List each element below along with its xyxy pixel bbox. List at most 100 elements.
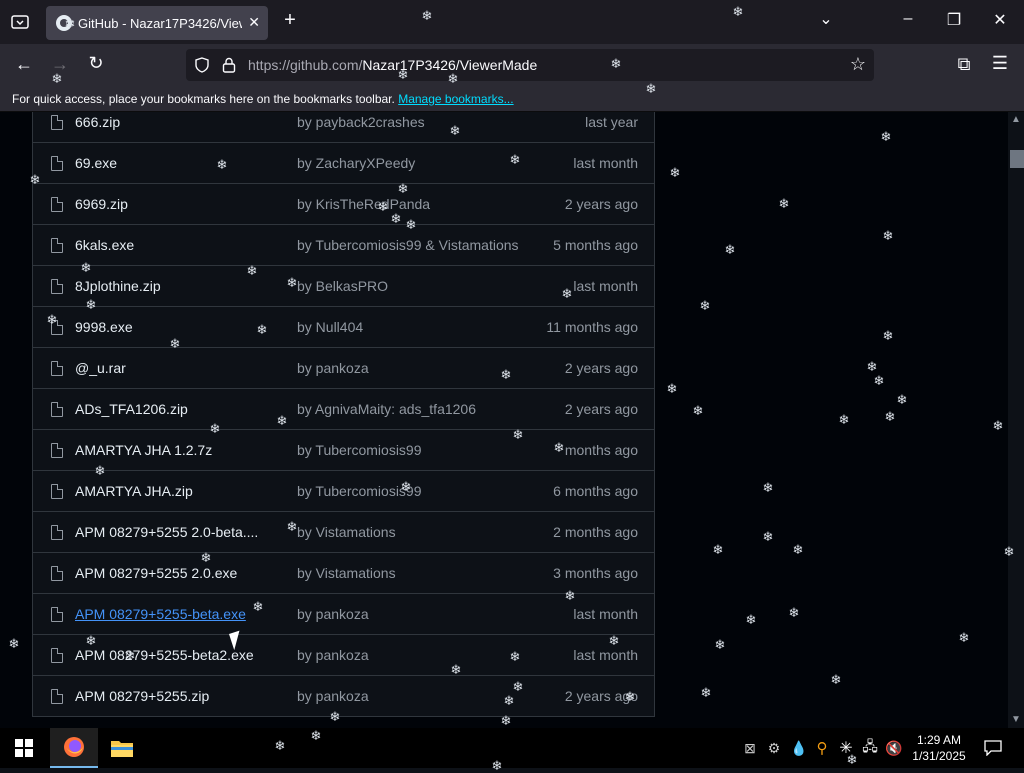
commit-message[interactable]: by Tubercomiosis99 xyxy=(297,442,422,458)
back-button[interactable]: ← xyxy=(12,54,36,75)
file-row[interactable]: APM 08279+5255 2.0.exe by Vistamations 3 m… xyxy=(33,553,654,594)
commit-message[interactable]: by Tubercomiosis99 & Vistamations xyxy=(297,237,519,253)
file-icon xyxy=(51,156,63,171)
file-row[interactable]: 6kals.exe by Tubercomiosis99 & Vistamatio… xyxy=(33,225,654,266)
commit-message[interactable]: by pankoza xyxy=(297,360,369,376)
file-icon xyxy=(51,238,63,253)
file-name-link[interactable]: 8Jplothine.zip xyxy=(75,278,161,294)
file-name-link[interactable]: APM 08279+5255-beta2.exe xyxy=(75,647,254,663)
commit-message[interactable]: by Null404 xyxy=(297,319,363,335)
file-name-link[interactable]: @_u.rar xyxy=(75,360,126,376)
notifications-icon[interactable] xyxy=(978,728,1008,768)
file-icon xyxy=(51,361,63,376)
file-row[interactable]: APM 08279+5255.zip by pankoza 2 years ago xyxy=(33,676,654,717)
file-name-link[interactable]: 69.exe xyxy=(75,155,117,171)
file-row[interactable]: 69.exe by ZacharyXPeedy last month xyxy=(33,143,654,184)
new-tab-button[interactable]: + xyxy=(278,9,302,32)
commit-date: 6 months ago xyxy=(553,483,638,499)
file-row[interactable]: @_u.rar by pankoza 2 years ago xyxy=(33,348,654,389)
file-name-link[interactable]: AMARTYA JHA 1.2.7z xyxy=(75,442,212,458)
file-row[interactable]: 8Jplothine.zip by BelkasPRO last month xyxy=(33,266,654,307)
file-row[interactable]: AMARTYA JHA 1.2.7z by Tubercomiosis99 mont… xyxy=(33,430,654,471)
file-row[interactable]: APM 08279+5255 2.0-beta.... by Vistamatio… xyxy=(33,512,654,553)
commit-date: 3 months ago xyxy=(553,565,638,581)
taskbar-firefox[interactable] xyxy=(50,728,98,768)
commit-message[interactable]: by Tubercomiosis99 xyxy=(297,483,422,499)
commit-date: 2 months ago xyxy=(553,524,638,540)
commit-message[interactable]: by pankoza xyxy=(297,606,369,622)
file-name-link[interactable]: APM 08279+5255 2.0.exe xyxy=(75,565,237,581)
file-name-link[interactable]: APM 08279+5255.zip xyxy=(75,688,209,704)
clock[interactable]: 1:29 AM 1/31/2025 xyxy=(906,732,972,764)
file-name-link[interactable]: 6969.zip xyxy=(75,196,128,212)
volume-muted-icon[interactable]: 🔇 xyxy=(884,728,904,768)
shield-icon[interactable] xyxy=(194,57,210,73)
commit-message[interactable]: by payback2crashes xyxy=(297,114,425,130)
snowflake-tray-icon[interactable]: ✳ xyxy=(836,728,856,768)
bookmark-star-icon[interactable]: ☆ xyxy=(850,54,866,75)
scroll-thumb[interactable] xyxy=(1010,150,1024,168)
file-row[interactable]: ADs_TFA1206.zip by AgnivaMaity: ads_tfa12… xyxy=(33,389,654,430)
commit-message[interactable]: by AgnivaMaity: ads_tfa1206 xyxy=(297,401,476,417)
file-explorer-icon xyxy=(111,741,133,757)
commit-date: months ago xyxy=(564,442,638,458)
chevron-down-icon[interactable]: ⌄ xyxy=(814,9,838,29)
droplet-icon[interactable]: 💧 xyxy=(790,728,808,768)
file-name-link[interactable]: APM 08279+5255 2.0-beta.... xyxy=(75,524,258,540)
commit-message[interactable]: by pankoza xyxy=(297,688,369,704)
github-icon xyxy=(56,15,72,31)
commit-date: 2 years ago xyxy=(564,401,638,417)
file-name-link[interactable]: 666.zip xyxy=(75,114,120,130)
file-row[interactable]: 666.zip by payback2crashes last year xyxy=(33,112,654,143)
file-row[interactable]: APM 08279+5255-beta.exe by pankoza last mo… xyxy=(33,594,654,635)
tab-title: GitHub - Nazar17P3426/ViewerMade xyxy=(78,15,242,31)
tray-network-app-icon[interactable]: ⚙ xyxy=(764,728,784,768)
scrollbar[interactable]: ▲ ▼ xyxy=(1008,112,1024,728)
action-center-icon xyxy=(984,740,1002,756)
close-window-button[interactable]: ✕ xyxy=(988,10,1012,30)
commit-message[interactable]: by KrisTheRedPanda xyxy=(297,196,430,212)
file-name-link[interactable]: AMARTYA JHA.zip xyxy=(75,483,193,499)
scroll-down-icon[interactable]: ▼ xyxy=(1011,714,1021,725)
close-tab-icon[interactable]: ✕ xyxy=(248,14,260,31)
commit-date: last year xyxy=(585,114,638,130)
list-all-tabs-button[interactable] xyxy=(10,12,30,32)
search-tool-icon[interactable]: ⚲ xyxy=(812,728,832,768)
file-icon xyxy=(51,566,63,581)
taskbar-file-explorer[interactable] xyxy=(98,728,146,768)
file-name-link[interactable]: 9998.exe xyxy=(75,319,133,335)
menu-icon[interactable]: ☰ xyxy=(988,53,1012,74)
file-row[interactable]: APM 08279+5255-beta2.exe by pankoza last m… xyxy=(33,635,654,676)
file-row[interactable]: 9998.exe by Null404 11 months ago xyxy=(33,307,654,348)
reload-button[interactable]: ↻ xyxy=(84,53,108,74)
network-icon[interactable]: 🖧 xyxy=(860,728,880,768)
file-row[interactable]: AMARTYA JHA.zip by Tubercomiosis99 6 month… xyxy=(33,471,654,512)
scroll-up-icon[interactable]: ▲ xyxy=(1011,114,1021,125)
commit-message[interactable]: by Vistamations xyxy=(297,565,396,581)
file-row[interactable]: 6969.zip by KrisTheRedPanda 2 years ago xyxy=(33,184,654,225)
tab-github[interactable]: GitHub - Nazar17P3426/ViewerMade ✕ xyxy=(46,6,268,40)
minimize-button[interactable]: – xyxy=(896,10,920,28)
clock-date: 1/31/2025 xyxy=(912,749,966,763)
extensions-icon[interactable]: ⧉ xyxy=(952,54,976,75)
commit-message[interactable]: by Vistamations xyxy=(297,524,396,540)
start-button[interactable] xyxy=(0,728,48,768)
lock-icon[interactable] xyxy=(222,57,236,73)
page-content: 666.zip by payback2crashes last year 69.exe… xyxy=(0,112,1008,728)
file-name-link[interactable]: 6kals.exe xyxy=(75,237,134,253)
commit-message[interactable]: by BelkasPRO xyxy=(297,278,388,294)
firefox-icon xyxy=(64,737,84,757)
restore-button[interactable]: ❐ xyxy=(942,10,966,30)
file-icon xyxy=(51,607,63,622)
file-icon xyxy=(51,689,63,704)
file-icon xyxy=(51,443,63,458)
file-name-link[interactable]: APM 08279+5255-beta.exe xyxy=(75,606,246,622)
commit-message[interactable]: by ZacharyXPeedy xyxy=(297,155,415,171)
commit-message[interactable]: by pankoza xyxy=(297,647,369,663)
url-bar[interactable]: https://github.com/Nazar17P3426/ViewerMa… xyxy=(186,49,874,81)
tray-app-icon[interactable]: ⊠ xyxy=(740,728,760,768)
bookmarks-hint-text: For quick access, place your bookmarks h… xyxy=(12,92,395,106)
file-name-link[interactable]: ADs_TFA1206.zip xyxy=(75,401,188,417)
forward-button[interactable]: → xyxy=(48,54,72,75)
manage-bookmarks-link[interactable]: Manage bookmarks... xyxy=(398,92,513,106)
